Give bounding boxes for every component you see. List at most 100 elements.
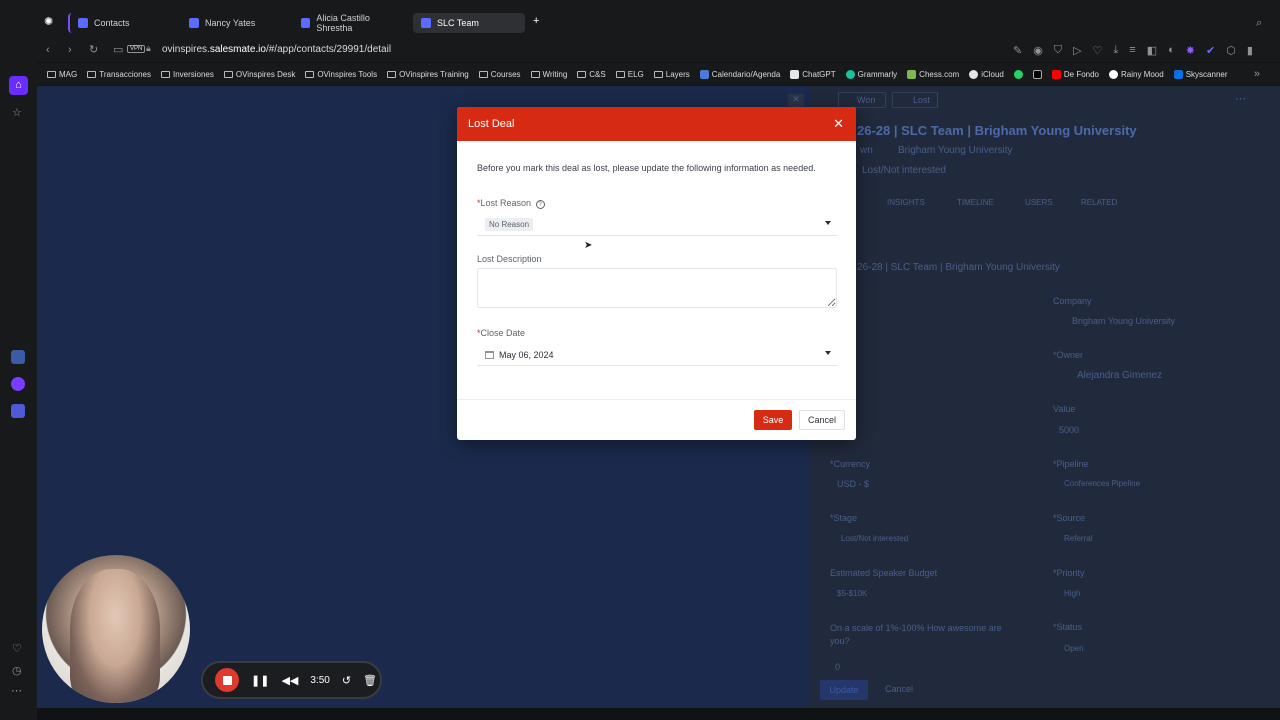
tab-related[interactable]: RELATED	[1081, 198, 1117, 207]
tab-insights[interactable]: INSIGHTS	[887, 198, 925, 207]
new-tab-icon[interactable]: +	[533, 15, 539, 27]
rewind-icon[interactable]: ◀◀	[281, 674, 298, 687]
awesome-scale-value[interactable]: 0	[835, 662, 840, 672]
more-icon[interactable]: ⋯	[11, 684, 22, 697]
speaker-budget-value[interactable]: $5-$10K	[837, 589, 867, 598]
priority-value[interactable]: High	[1064, 589, 1080, 598]
bookmark-inversiones[interactable]: Inversiones	[160, 70, 214, 79]
cancel-button[interactable]: Cancel	[799, 410, 845, 430]
app-icon[interactable]	[11, 350, 25, 364]
calendar-icon	[485, 350, 494, 359]
lost-deal-modal: Lost Deal ✕ Before you mark this deal as…	[457, 107, 856, 440]
bookmark-transacciones[interactable]: Transacciones	[87, 70, 151, 79]
camera-icon[interactable]: ◉	[1033, 44, 1043, 57]
deal-detail-panel: ✕ Won Lost ⋯ 26-28 | SLC Team | Brigham …	[788, 86, 1280, 708]
check-icon[interactable]: ✔	[1206, 44, 1215, 57]
tab-timeline[interactable]: TIMELINE	[957, 198, 994, 207]
heart-icon[interactable]: ♡	[12, 642, 22, 655]
lost-button[interactable]: Lost	[892, 92, 938, 108]
star-icon[interactable]: ☆	[12, 106, 22, 119]
deal-company[interactable]: Brigham Young University	[898, 145, 1013, 156]
bookmark-writing[interactable]: Writing	[530, 70, 567, 79]
bookmark-x[interactable]	[1032, 69, 1042, 79]
more-bookmarks-icon[interactable]: »	[1254, 68, 1260, 80]
pause-icon[interactable]: ❚❚	[251, 674, 269, 687]
teams-icon[interactable]	[11, 404, 25, 418]
bookmark-whatsapp[interactable]	[1013, 69, 1023, 79]
shield-icon[interactable]: ⛉	[1054, 44, 1062, 57]
tab-users[interactable]: USERS	[1025, 198, 1053, 207]
tab-slc-team[interactable]: SLC Team	[413, 13, 525, 33]
reload-icon[interactable]: ↻	[89, 43, 98, 56]
bookmark-chatgpt[interactable]: ChatGPT	[790, 69, 836, 79]
bookmark-courses[interactable]: Courses	[478, 70, 521, 79]
bookmark-icloud[interactable]: iCloud	[969, 69, 1004, 79]
tab-icon[interactable]: ▭	[113, 43, 123, 56]
bookmark-ovinspires-training[interactable]: OVinspires Training	[387, 70, 469, 79]
home-icon[interactable]: ⌂	[9, 76, 28, 95]
currency-value[interactable]: USD - $	[837, 479, 869, 489]
heart-icon[interactable]: ♡	[1093, 44, 1103, 57]
company-value[interactable]: Brigham Young University	[1072, 316, 1175, 326]
trash-icon[interactable]: 🗑︎	[363, 674, 377, 687]
close-date-picker[interactable]: May 06, 2024	[477, 344, 837, 366]
bookmark-skyscanner[interactable]: Skyscanner	[1173, 69, 1228, 79]
url-text[interactable]: ovinspires.salesmate.io/#/app/contacts/2…	[162, 44, 391, 55]
bookmark-rainy-mood[interactable]: Rainy Mood	[1109, 69, 1164, 79]
download-icon[interactable]: ⤓	[1113, 44, 1118, 57]
close-icon[interactable]: ✕	[833, 116, 844, 132]
bookmark-chess[interactable]: Chess.com	[907, 69, 959, 79]
save-button[interactable]: Save	[754, 410, 792, 430]
lost-reason-select[interactable]: No Reason	[477, 214, 837, 236]
close-panel-icon[interactable]: ✕	[788, 94, 804, 108]
owner-value[interactable]: Alejandra Gimenez	[1077, 370, 1162, 381]
stage-value[interactable]: Lost/Not interested	[841, 534, 908, 543]
profile-icon[interactable]: ◐	[1168, 44, 1175, 57]
extension-icon[interactable]: ✸	[1186, 44, 1195, 57]
status-value[interactable]: Open	[1064, 644, 1084, 653]
vpn-badge[interactable]: VPN	[127, 45, 146, 53]
sidebar-toggle-icon[interactable]: ◧	[1147, 44, 1157, 57]
stop-recording-button[interactable]	[215, 668, 239, 692]
chevron-down-icon	[825, 351, 831, 355]
bookmark-elg[interactable]: ELG	[615, 70, 644, 79]
won-button[interactable]: Won	[838, 92, 886, 108]
chevron-down-icon	[825, 221, 831, 225]
value-value[interactable]: 5000	[1059, 425, 1079, 435]
deal-name-field[interactable]: 26-28 | SLC Team | Brigham Young Univers…	[857, 262, 1060, 273]
background-cancel-button[interactable]: Cancel	[885, 684, 913, 694]
tab-nancy-yates[interactable]: Nancy Yates	[181, 13, 293, 33]
source-value[interactable]: Referral	[1064, 534, 1092, 543]
bookmark-cs[interactable]: C&S	[577, 70, 606, 79]
menu-icon[interactable]: ≡	[1129, 44, 1135, 57]
window-icon[interactable]: ▮	[1247, 44, 1253, 57]
restart-icon[interactable]: ↺	[342, 674, 351, 687]
bookmark-ovinspires-desk[interactable]: OVinspires Desk	[223, 70, 295, 79]
search-tabs-icon[interactable]: ⌕	[1256, 17, 1262, 30]
update-button[interactable]: Update	[820, 680, 868, 700]
back-icon[interactable]: ‹	[46, 44, 50, 56]
salesmate-icon	[78, 18, 88, 28]
help-icon[interactable]: ?	[535, 200, 545, 209]
toolbar-icons: ✎ ◉ ⛉ ▷ ♡ ⤓ ≡ ◧ ◐ ✸ ✔ ⬡ ▮	[1013, 44, 1253, 57]
edit-icon[interactable]: ✎	[1013, 44, 1022, 57]
bookmark-calendario-agenda[interactable]: Calendario/Agenda	[699, 69, 780, 79]
cube-icon[interactable]: ⬡	[1226, 44, 1236, 57]
forward-icon[interactable]: ›	[68, 44, 72, 56]
lost-description-textarea[interactable]	[477, 268, 837, 308]
bookmark-mag[interactable]: MAG	[47, 70, 77, 79]
bookmark-layers[interactable]: Layers	[653, 70, 690, 79]
history-icon[interactable]: ◷	[12, 664, 22, 677]
browser-menu-icon[interactable]: ✺	[44, 15, 53, 28]
messenger-icon[interactable]	[11, 377, 25, 391]
play-icon[interactable]: ▷	[1073, 44, 1081, 57]
bookmark-ovinspires-tools[interactable]: OVinspires Tools	[305, 70, 377, 79]
tab-contacts[interactable]: Contacts	[68, 13, 183, 33]
bookmark-grammarly[interactable]: Grammarly	[845, 69, 897, 79]
tab-alicia-castillo-shrestha[interactable]: Alicia Castillo Shrestha	[293, 13, 411, 33]
more-options-icon[interactable]: ⋯	[1235, 92, 1246, 105]
bookmark-de-fondo[interactable]: De Fondo	[1051, 69, 1099, 79]
deal-owner: wn	[860, 145, 873, 156]
pipeline-value[interactable]: Conferences Pipeline	[1064, 479, 1140, 488]
modal-header: Lost Deal ✕	[457, 107, 856, 141]
